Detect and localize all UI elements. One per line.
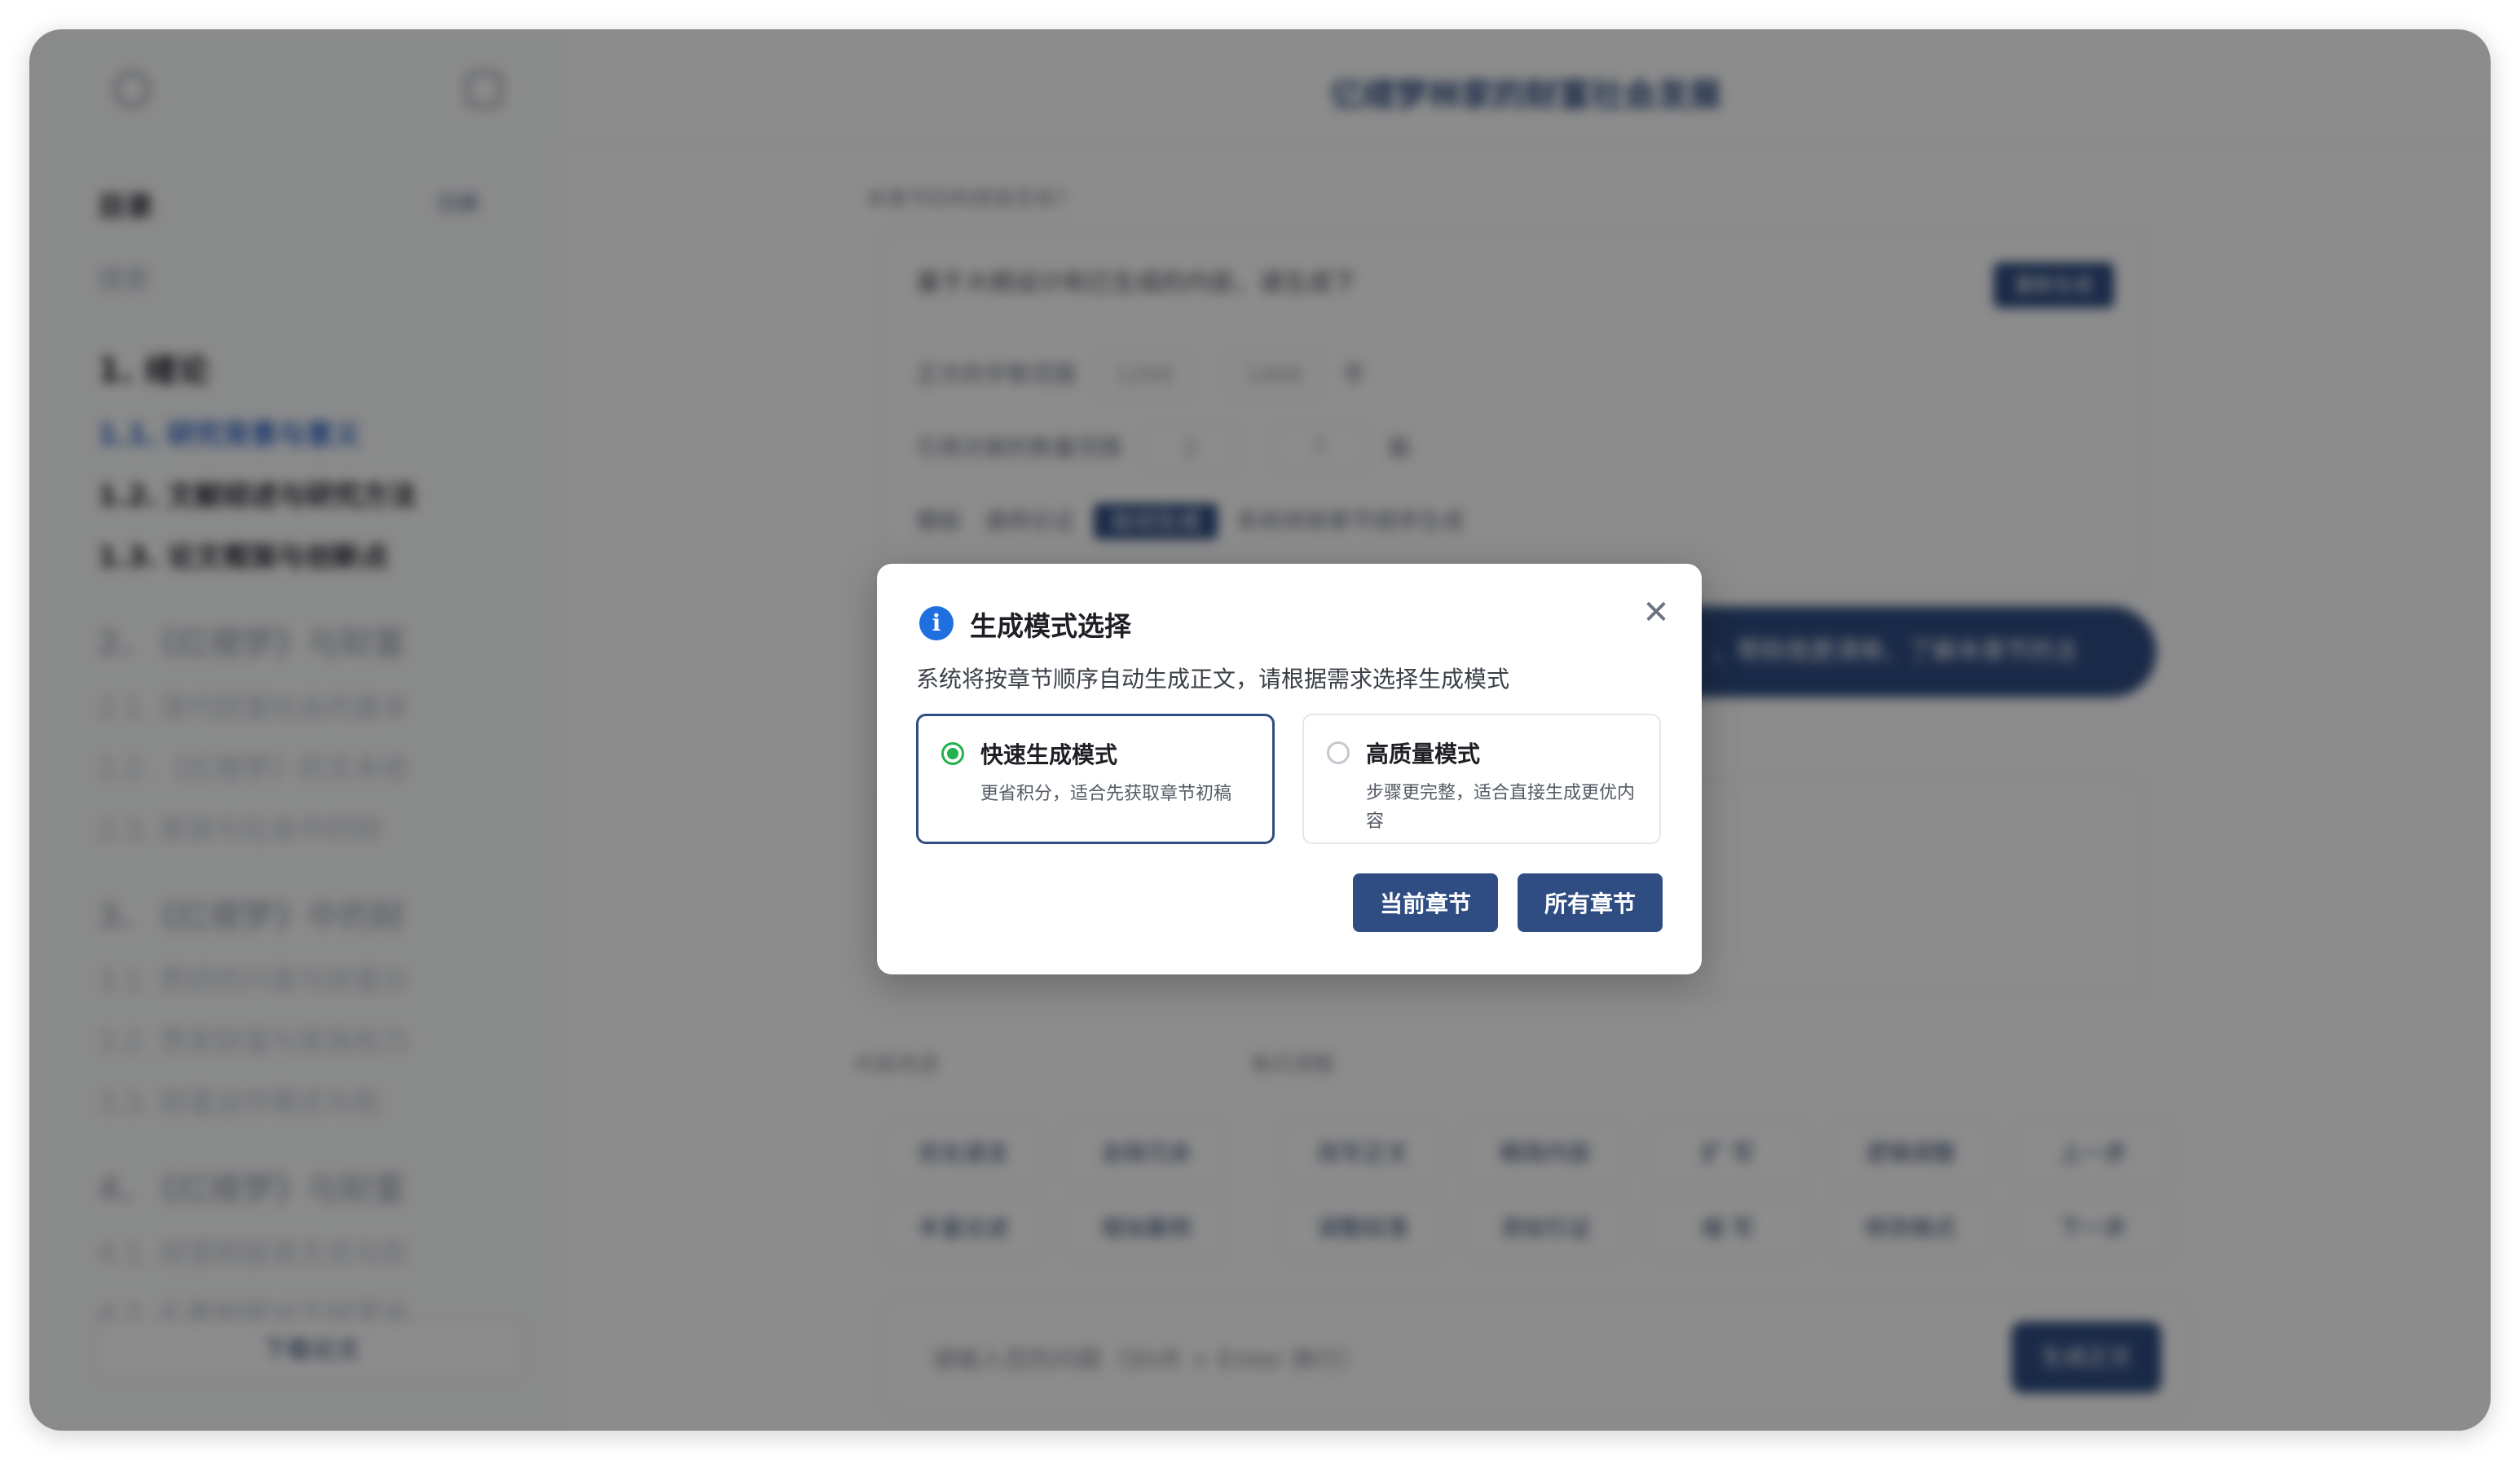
- app-window: 目录 切换 搜索 1. 绪论 1.1. 研究背景与意义 1.2. 文献综述与研究方法…: [29, 29, 2491, 1431]
- dialog-description: 系统将按章节顺序自动生成正文，请根据需求选择生成模式: [916, 666, 1510, 693]
- option-quality-title: 高质量模式: [1366, 741, 1481, 767]
- generation-mode-dialog: i 生成模式选择 ✕ 系统将按章节顺序自动生成正文，请根据需求选择生成模式 快速…: [877, 564, 1702, 974]
- all-chapters-button[interactable]: 所有章节: [1518, 873, 1663, 932]
- option-fast-mode[interactable]: 快速生成模式 更省积分，适合先获取章节初稿: [916, 714, 1275, 844]
- close-icon[interactable]: ✕: [1637, 593, 1676, 632]
- info-icon: i: [919, 606, 954, 640]
- option-quality-desc: 步骤更完整，适合直接生成更优内容: [1366, 783, 1636, 832]
- dialog-title: 生成模式选择: [970, 610, 1131, 642]
- option-fast-title: 快速生成模式: [980, 741, 1118, 768]
- radio-quality-mode[interactable]: [1327, 741, 1350, 764]
- radio-fast-mode[interactable]: [941, 742, 964, 765]
- option-quality-mode[interactable]: 高质量模式 步骤更完整，适合直接生成更优内容: [1302, 714, 1661, 844]
- option-fast-desc: 更省积分，适合先获取章节初稿: [980, 784, 1232, 804]
- current-chapter-button[interactable]: 当前章节: [1353, 873, 1498, 932]
